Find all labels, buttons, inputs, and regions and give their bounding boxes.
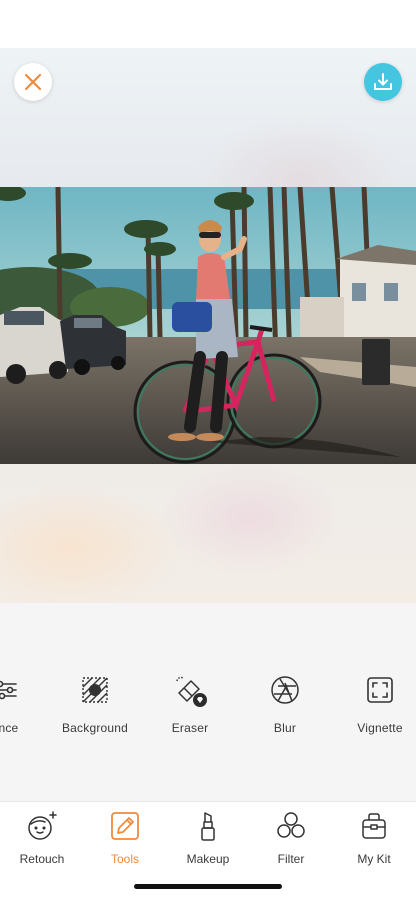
edited-photo[interactable] [0,187,416,464]
lipstick-icon [201,812,215,841]
kit-bag-icon [362,813,386,839]
eraser-icon [176,676,207,707]
tab-filter[interactable]: Filter [251,808,331,866]
download-button[interactable] [364,63,402,101]
tool-vignette[interactable]: Vignette [330,675,416,745]
tab-retouch[interactable]: Retouch [2,808,82,866]
circles-icon [277,812,305,838]
tab-tools[interactable]: Tools [85,808,165,866]
tool-label: Vignette [357,721,403,735]
aperture-icon [271,676,299,704]
download-icon [374,73,392,90]
tab-mykit[interactable]: My Kit [334,808,414,866]
tool-label: Eraser [171,721,209,735]
tool-background[interactable]: Background [45,675,145,745]
tab-label: Tools [110,852,139,866]
tab-makeup[interactable]: Makeup [168,808,248,866]
close-icon [24,73,42,91]
close-button[interactable] [14,63,52,101]
tab-label: Retouch [19,852,65,866]
tab-label: Filter [277,852,305,866]
tool-eraser[interactable]: Eraser [140,675,240,745]
sliders-icon [0,680,17,700]
tools-panel: ance Background Eraser [0,603,416,801]
vignette-icon [367,677,393,703]
pencil-icon [111,812,139,840]
home-indicator [134,884,282,889]
tab-label: Makeup [186,852,230,866]
tool-blur[interactable]: Blur [235,675,335,745]
face-sparkle-icon [28,811,57,840]
status-bar [0,0,416,48]
tab-label: My Kit [357,852,391,866]
photo-canvas [0,48,416,603]
background-icon [82,677,108,703]
tool-label: Blur [273,721,297,735]
tool-label: Background [61,721,129,735]
